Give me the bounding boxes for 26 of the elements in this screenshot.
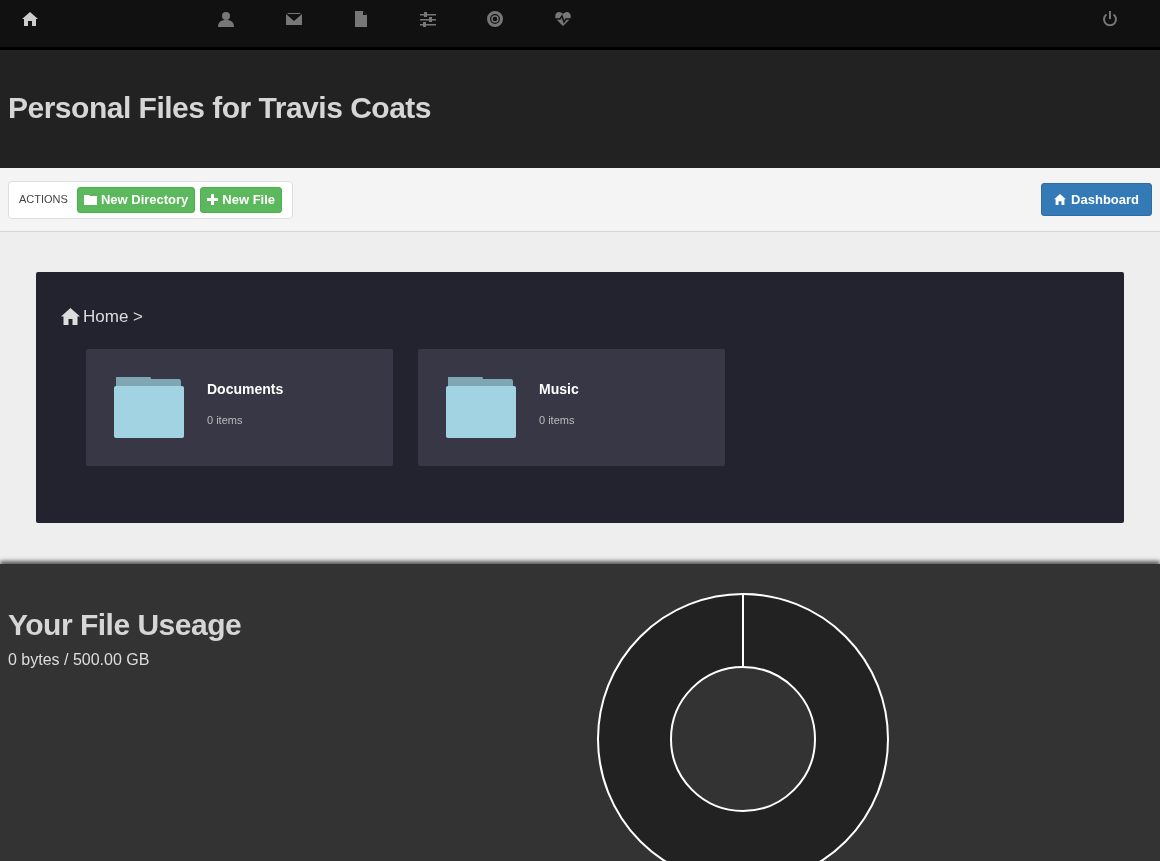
dashboard-button[interactable]: Dashboard: [1041, 183, 1152, 216]
user-icon[interactable]: [218, 11, 234, 27]
heartbeat-icon[interactable]: [555, 11, 571, 27]
item-count: 0 items: [539, 413, 576, 429]
breadcrumb[interactable]: Home >: [61, 304, 1099, 330]
home-icon: [1054, 194, 1067, 205]
plus-icon: [207, 194, 219, 205]
file-icon[interactable]: [353, 11, 369, 27]
usage-title: Your File Useage: [8, 607, 243, 643]
folder-name: Documents: [207, 380, 284, 400]
lifebuoy-icon[interactable]: [487, 11, 503, 27]
power-icon[interactable]: [1102, 11, 1118, 27]
home-icon[interactable]: [22, 11, 38, 27]
item-count: 0 items: [207, 413, 244, 429]
actions-label: ACTIONS: [19, 192, 68, 208]
sliders-icon[interactable]: [420, 11, 436, 27]
usage-summary: 0 bytes / 500.00 GB: [8, 650, 151, 670]
folder-icon: [83, 194, 97, 205]
page-title: Personal Files for Travis Coats: [8, 89, 431, 126]
folder-icon: [114, 376, 184, 438]
folder-name: Music: [539, 380, 579, 400]
folder-card[interactable]: Music 0 items: [418, 348, 725, 466]
home-icon: [61, 308, 80, 326]
envelope-icon[interactable]: [286, 11, 302, 27]
folder-card[interactable]: Documents 0 items: [86, 348, 393, 466]
folder-icon: [446, 376, 516, 438]
